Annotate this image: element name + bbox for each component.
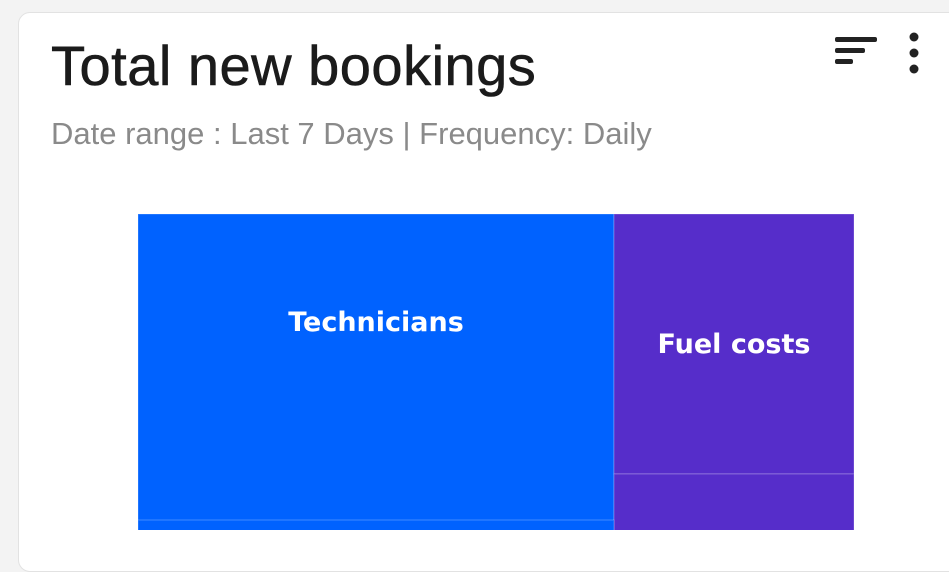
treemap-tile-lower-left[interactable] xyxy=(137,519,615,530)
treemap-tile-unlabeled[interactable] xyxy=(613,473,855,530)
widget-subtitle: Date range : Last 7 Days | Frequency: Da… xyxy=(51,116,652,151)
treemap-tile-technicians[interactable] xyxy=(137,213,615,530)
widget-title: Total new bookings xyxy=(51,34,537,98)
sort-lines-icon[interactable] xyxy=(831,33,881,73)
treemap-label-fuel-costs: Fuel costs xyxy=(658,329,811,360)
more-vertical-icon[interactable] xyxy=(899,29,929,77)
treemap-label-technicians: Technicians xyxy=(288,307,464,338)
